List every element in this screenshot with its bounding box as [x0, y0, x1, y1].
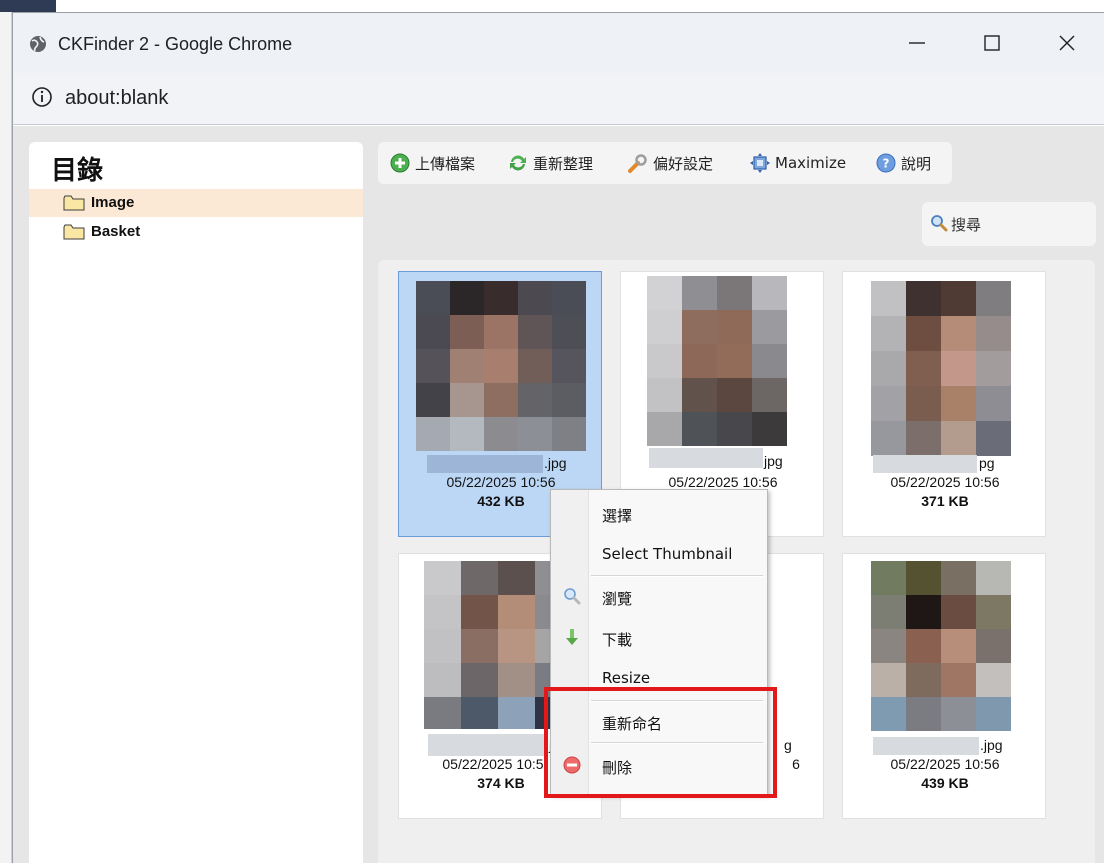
folder-tree-title: 目錄	[51, 156, 104, 186]
toolbar: 上傳檔案 重新整理 偏好設定 Maximize ? 說明	[378, 142, 952, 184]
help-icon: ?	[876, 153, 896, 173]
file-name-masked	[873, 737, 979, 755]
tree-item-label: Basket	[91, 223, 141, 240]
file-size: 371 KB	[921, 493, 969, 509]
menu-item-download[interactable]: 下載	[551, 620, 767, 654]
svg-text:?: ?	[883, 157, 890, 171]
refresh-icon	[510, 155, 526, 171]
file-thumbnail	[647, 276, 787, 446]
globe-icon	[30, 36, 46, 52]
file-name-masked	[649, 448, 763, 468]
magnifier-icon	[564, 588, 581, 605]
file-thumbnail	[871, 281, 1011, 456]
minimize-button[interactable]	[887, 23, 947, 63]
maximize-window-icon	[984, 35, 1000, 51]
maximize-button[interactable]: Maximize	[750, 142, 846, 184]
file-date: 05/22/2025 10:56	[890, 756, 1000, 772]
file-name-masked	[428, 734, 548, 756]
file-extension: pg	[979, 455, 995, 471]
wrench-icon	[628, 154, 647, 173]
url-text[interactable]: about:blank	[65, 87, 168, 110]
folder-tree-panel: 目錄 Image Basket	[29, 142, 363, 863]
file-thumbnail	[871, 561, 1011, 731]
address-bar: about:blank	[13, 73, 1104, 125]
tree-item-basket[interactable]: Basket	[29, 218, 363, 246]
file-item[interactable]: .jpg 05/22/2025 10:56 439 KB	[842, 553, 1046, 819]
file-extension: jpg	[764, 453, 783, 469]
tree-item-image[interactable]: Image	[29, 189, 363, 217]
file-date: 05/22/2025 10:56	[668, 474, 778, 490]
menu-item-select[interactable]: 選擇	[551, 496, 767, 530]
annotation-highlight-box	[544, 687, 777, 798]
magnifier-icon	[931, 215, 948, 232]
file-extension: .jpg	[980, 737, 1003, 753]
file-size: 439 KB	[921, 775, 969, 791]
file-name-masked	[427, 455, 543, 473]
desktop-accent	[0, 0, 56, 12]
folder-icon	[63, 224, 85, 240]
file-extension: .jpg	[544, 455, 567, 471]
folder-icon	[63, 195, 85, 211]
desktop-top-edge	[0, 0, 1104, 12]
upload-button[interactable]: 上傳檔案	[390, 142, 475, 184]
menu-item-select-thumbnail[interactable]: Select Thumbnail	[551, 536, 767, 570]
window-title: CKFinder 2 - Google Chrome	[58, 34, 293, 54]
refresh-button[interactable]: 重新整理	[508, 142, 593, 184]
maximize-icon	[750, 153, 770, 173]
file-date: 05/22/2025 10:56	[890, 474, 1000, 490]
search-button[interactable]: 搜尋	[922, 202, 1096, 246]
tree-item-label: Image	[91, 194, 135, 211]
file-name-masked	[873, 455, 977, 473]
close-window-button[interactable]	[1037, 23, 1097, 63]
download-arrow-icon	[566, 629, 578, 645]
file-date: 6	[792, 756, 800, 772]
minimize-icon	[909, 42, 925, 44]
settings-button[interactable]: 偏好設定	[628, 142, 713, 184]
file-extension: g	[784, 737, 792, 753]
help-button[interactable]: ? 說明	[876, 142, 931, 184]
add-circle-icon	[390, 153, 410, 173]
desktop-left-edge	[0, 12, 12, 863]
maximize-window-button[interactable]	[962, 23, 1022, 63]
file-date: 05/22/2025 10:56	[446, 474, 556, 490]
info-icon[interactable]	[31, 86, 53, 108]
close-icon	[1059, 35, 1075, 51]
file-item[interactable]: pg 05/22/2025 10:56 371 KB	[842, 271, 1046, 537]
title-bar: CKFinder 2 - Google Chrome	[13, 13, 1104, 73]
file-thumbnail	[416, 281, 586, 451]
menu-item-view[interactable]: 瀏覽	[551, 579, 767, 613]
menu-separator	[591, 575, 763, 577]
